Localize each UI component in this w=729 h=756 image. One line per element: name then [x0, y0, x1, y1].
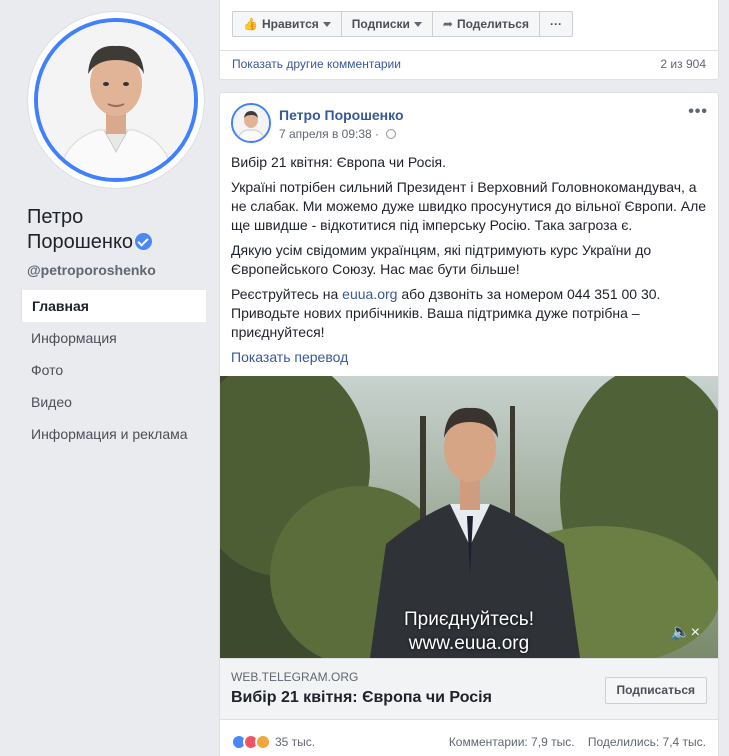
nav-item-photos[interactable]: Фото: [21, 354, 206, 386]
link-title[interactable]: Вибір 21 квітня: Європа чи Росія: [231, 689, 492, 707]
previous-post-card: 👍 Нравится Подписки ➦ Поделиться ··· Пок…: [219, 0, 719, 80]
like-page-label: Нравится: [261, 17, 319, 31]
page-action-bar: 👍 Нравится Подписки ➦ Поделиться ···: [232, 11, 573, 37]
post-timestamp[interactable]: 7 апреля в 09:38 ·: [279, 127, 379, 141]
video-caption-line: www.euua.org: [408, 633, 530, 654]
angry-reaction-icon: [255, 734, 271, 750]
more-options-button[interactable]: ···: [540, 12, 572, 36]
page-sidebar: Петро Порошенко @petroporoshenko Главная…: [0, 0, 206, 756]
page-title[interactable]: Петро Порошенко: [27, 205, 153, 255]
post-paragraph: Україні потрібен сильний Президент і Вер…: [231, 179, 707, 233]
comments-count[interactable]: Комментарии: 7,9 тыс.: [449, 735, 575, 749]
video-caption: Приєднуйтесь! www.euua.org: [220, 608, 718, 656]
post-author-photo: [233, 105, 269, 141]
nav-item-info[interactable]: Информация: [21, 322, 206, 354]
post-card: Петро Порошенко 7 апреля в 09:38 · ••• В…: [219, 92, 719, 756]
chevron-down-icon: [413, 21, 422, 27]
euua-link[interactable]: euua.org: [342, 286, 397, 302]
subscribe-button[interactable]: Подписаться: [604, 677, 707, 704]
post-options-icon[interactable]: •••: [688, 103, 708, 121]
show-more-comments-link[interactable]: Показать другие комментарии: [232, 57, 401, 71]
subscriptions-button[interactable]: Подписки: [342, 12, 433, 36]
post-meta: 7 апреля в 09:38 ·: [279, 127, 397, 141]
comment-pagination: 2 из 904: [660, 57, 706, 71]
profile-photo[interactable]: [34, 18, 198, 182]
post-author-avatar[interactable]: [231, 103, 271, 143]
page-title-line1[interactable]: Петро: [27, 205, 152, 230]
share-page-button[interactable]: ➦ Поделиться: [433, 12, 540, 36]
post-text-segment: Реєструйтесь на: [231, 286, 343, 302]
post-paragraph: Реєструйтесь на euua.org або дзвоніть за…: [231, 285, 711, 342]
divider: [220, 50, 718, 51]
nav-item-home[interactable]: Главная: [21, 290, 206, 322]
subscriptions-label: Подписки: [351, 17, 410, 31]
page-nav: Главная Информация Фото Видео Информация…: [21, 290, 206, 450]
link-preview[interactable]: WEB.TELEGRAM.ORG Вибір 21 квітня: Європа…: [220, 658, 718, 720]
nav-item-videos[interactable]: Видео: [21, 386, 206, 418]
post-video[interactable]: Приєднуйтесь! www.euua.org 🔈×: [220, 376, 718, 658]
show-translation-link[interactable]: Показать перевод: [231, 349, 348, 365]
reactions-count[interactable]: 35 тыс.: [275, 735, 315, 749]
mute-icon[interactable]: 🔈×: [671, 622, 700, 642]
shares-count[interactable]: Поделились: 7,4 тыс.: [588, 735, 706, 749]
share-page-label: Поделиться: [456, 17, 529, 31]
video-caption-line: Приєднуйтесь!: [404, 609, 534, 630]
like-page-button[interactable]: 👍 Нравится: [233, 12, 342, 36]
thumbs-up-icon: 👍: [243, 17, 258, 31]
profile-avatar[interactable]: [28, 12, 204, 188]
link-domain: WEB.TELEGRAM.ORG: [231, 670, 359, 684]
share-arrow-icon: ➦: [442, 17, 453, 31]
globe-icon: [386, 129, 397, 139]
post-stats: Комментарии: 7,9 тыс. Поделились: 7,4 ты…: [439, 735, 706, 749]
chevron-down-icon: [322, 21, 331, 27]
more-options-icon: ···: [549, 17, 562, 31]
verified-badge-icon: [135, 233, 153, 250]
nav-item-info-ads[interactable]: Информация и реклама: [21, 418, 206, 450]
profile-photo-image: [38, 22, 194, 178]
post-paragraph: Дякую усім свідомим українцям, які підтр…: [231, 242, 652, 277]
page-handle[interactable]: @petroporoshenko: [27, 262, 156, 278]
post-body: Вибір 21 квітня: Європа чи Росія. Україн…: [231, 153, 711, 348]
page-title-line2[interactable]: Порошенко: [27, 231, 133, 253]
post-author-name[interactable]: Петро Порошенко: [279, 107, 404, 123]
reactions-summary[interactable]: 35 тыс.: [231, 734, 315, 750]
post-paragraph: Вибір 21 квітня: Європа чи Росія.: [231, 154, 447, 170]
